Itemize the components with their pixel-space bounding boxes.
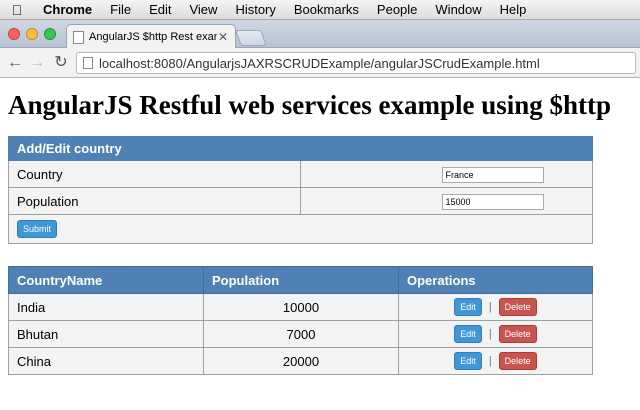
country-input[interactable]	[441, 166, 544, 183]
country-population: 20000	[203, 347, 399, 375]
close-tab-icon[interactable]: ✕	[217, 30, 229, 44]
country-field-cell	[300, 160, 593, 188]
separator: |	[488, 355, 492, 367]
page-favicon-icon	[73, 30, 84, 44]
menu-bookmarks[interactable]: Bookmarks	[285, 0, 368, 20]
edit-button[interactable]: Edit	[454, 325, 482, 343]
window-controls	[8, 28, 56, 40]
delete-button[interactable]: Delete	[498, 298, 537, 316]
menu-file[interactable]: File	[101, 0, 140, 20]
table-row: China 20000 Edit | Delete	[8, 347, 593, 375]
page-title: AngularJS Restful web services example u…	[8, 90, 612, 120]
submit-cell: Submit	[8, 214, 593, 244]
operations-cell: Edit | Delete	[398, 320, 593, 348]
zoom-window-icon[interactable]	[44, 28, 56, 40]
population-label: Population	[8, 187, 301, 215]
country-label: Country	[8, 160, 301, 188]
population-input[interactable]	[441, 193, 544, 210]
apple-icon[interactable]: 	[0, 2, 34, 18]
forward-arrow-icon[interactable]: →	[28, 54, 46, 72]
column-header-population: Population	[203, 266, 399, 294]
browser-tab[interactable]: AngularJS $http Rest exam ✕	[66, 24, 236, 49]
new-tab-button[interactable]	[235, 30, 267, 46]
minimize-window-icon[interactable]	[26, 28, 38, 40]
edit-button[interactable]: Edit	[454, 298, 482, 316]
menu-edit[interactable]: Edit	[140, 0, 180, 20]
menu-help[interactable]: Help	[491, 0, 536, 20]
submit-button[interactable]: Submit	[17, 220, 58, 238]
delete-button[interactable]: Delete	[498, 352, 537, 370]
separator: |	[488, 301, 492, 313]
page-icon	[83, 57, 93, 69]
form-header: Add/Edit country	[8, 136, 593, 161]
delete-button[interactable]: Delete	[498, 325, 537, 343]
menu-history[interactable]: History	[226, 0, 284, 20]
add-edit-country-form: Add/Edit country Country Population Subm…	[8, 136, 593, 244]
menu-people[interactable]: People	[368, 0, 426, 20]
tab-title: AngularJS $http Rest exam	[89, 31, 217, 43]
back-arrow-icon[interactable]: ←	[6, 54, 24, 72]
menu-app-chrome[interactable]: Chrome	[34, 0, 101, 20]
table-header-row: CountryName Population Operations	[8, 266, 593, 294]
address-bar[interactable]: localhost:8080/AngularjsJAXRSCRUDExample…	[76, 52, 636, 74]
country-name: Bhutan	[8, 320, 204, 348]
menu-window[interactable]: Window	[426, 0, 490, 20]
menu-view[interactable]: View	[180, 0, 226, 20]
country-name: India	[8, 293, 204, 321]
edit-button[interactable]: Edit	[454, 352, 482, 370]
browser-toolbar: ← → ↻ localhost:8080/AngularjsJAXRSCRUDE…	[0, 48, 640, 78]
table-row: Bhutan 7000 Edit | Delete	[8, 320, 593, 348]
separator: |	[488, 328, 492, 340]
column-header-countryname: CountryName	[8, 266, 204, 294]
tab-strip: AngularJS $http Rest exam ✕	[0, 20, 640, 49]
table-row: India 10000 Edit | Delete	[8, 293, 593, 321]
reload-icon[interactable]: ↻	[52, 54, 70, 72]
country-population: 10000	[203, 293, 399, 321]
country-name: China	[8, 347, 204, 375]
address-url: localhost:8080/AngularjsJAXRSCRUDExample…	[99, 55, 540, 71]
menu-bar:  Chrome File Edit View History Bookmark…	[0, 0, 640, 20]
close-window-icon[interactable]	[8, 28, 20, 40]
operations-cell: Edit | Delete	[398, 293, 593, 321]
country-table: CountryName Population Operations India …	[8, 266, 593, 375]
page-content: AngularJS Restful web services example u…	[0, 78, 640, 410]
operations-cell: Edit | Delete	[398, 347, 593, 375]
column-header-operations: Operations	[398, 266, 593, 294]
population-field-cell	[300, 187, 593, 215]
country-population: 7000	[203, 320, 399, 348]
